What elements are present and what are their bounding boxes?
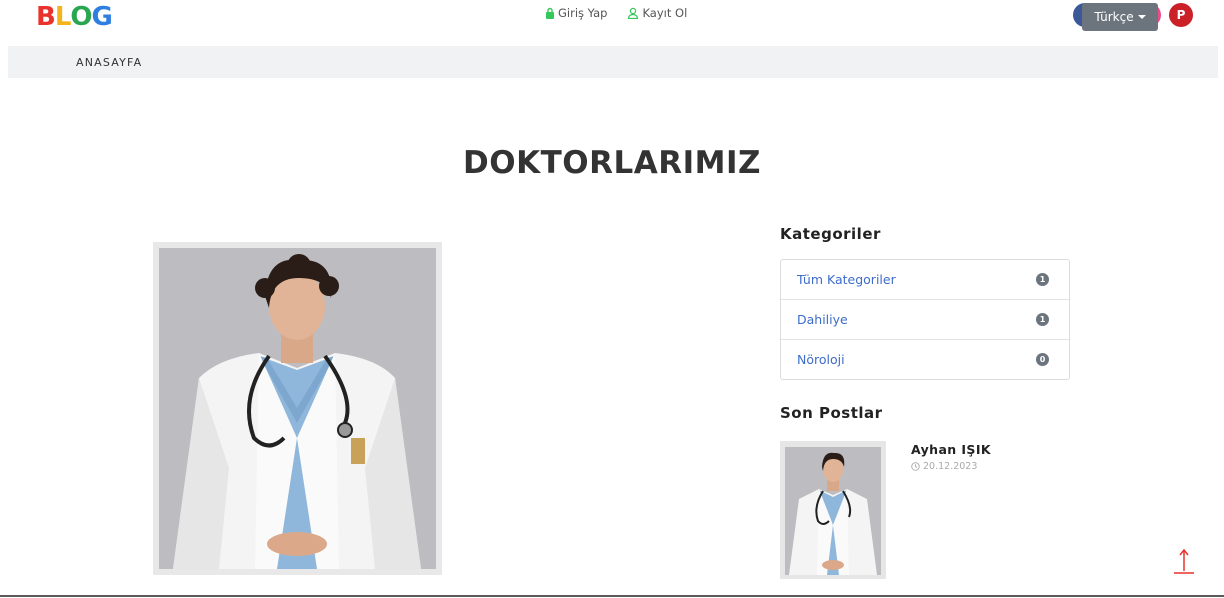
recent-post-thumbnail[interactable] xyxy=(780,441,886,579)
logo[interactable]: BLOG xyxy=(36,2,113,32)
main-nav: ANASAYFA xyxy=(8,46,1218,78)
category-list: Tüm Kategoriler 1 Dahiliye 1 Nöroloji 0 xyxy=(780,259,1070,380)
category-count-badge: 1 xyxy=(1036,313,1049,326)
categories-title: Kategoriler xyxy=(780,225,881,243)
language-dropdown[interactable]: Türkçe xyxy=(1082,3,1158,31)
category-count-badge: 0 xyxy=(1036,353,1049,366)
register-label: Kayıt Ol xyxy=(642,6,688,20)
clock-icon xyxy=(911,462,920,471)
category-label: Tüm Kategoriler xyxy=(797,272,896,287)
doctor-image xyxy=(159,248,436,569)
category-item-dahiliye[interactable]: Dahiliye 1 xyxy=(781,300,1069,340)
recent-posts-title: Son Postlar xyxy=(780,404,883,422)
nav-home-link[interactable]: ANASAYFA xyxy=(76,56,142,69)
register-link[interactable]: Kayıt Ol xyxy=(627,6,687,20)
recent-post-image xyxy=(785,447,881,575)
footer-divider xyxy=(0,595,1224,597)
login-label: Giriş Yap xyxy=(558,6,608,20)
doctor-photo[interactable] xyxy=(153,242,442,575)
arrow-up-icon xyxy=(1174,548,1194,574)
auth-links: Giriş Yap Kayıt Ol xyxy=(545,6,687,20)
category-label: Nöroloji xyxy=(797,352,845,367)
lock-icon xyxy=(546,7,554,19)
caret-down-icon xyxy=(1137,15,1146,19)
category-item-noroloji[interactable]: Nöroloji 0 xyxy=(781,340,1069,379)
page-title: DOKTORLARIMIZ xyxy=(463,145,761,181)
user-icon xyxy=(628,7,639,19)
category-item-all[interactable]: Tüm Kategoriler 1 xyxy=(781,260,1069,300)
recent-post-date-text: 20.12.2023 xyxy=(923,461,978,472)
category-count-badge: 1 xyxy=(1036,273,1049,286)
recent-post-date: 20.12.2023 xyxy=(911,461,977,472)
recent-post-author[interactable]: Ayhan IŞIK xyxy=(911,442,991,457)
logo-letter-o: O xyxy=(70,2,92,32)
logo-letter-l: L xyxy=(54,2,72,32)
logo-letter-g: G xyxy=(91,2,113,32)
pinterest-icon[interactable]: P xyxy=(1169,3,1193,27)
logo-letter-b: B xyxy=(36,2,56,32)
login-link[interactable]: Giriş Yap xyxy=(545,6,607,20)
category-label: Dahiliye xyxy=(797,312,848,327)
language-label: Türkçe xyxy=(1094,10,1134,24)
scroll-to-top-button[interactable] xyxy=(1172,547,1196,575)
